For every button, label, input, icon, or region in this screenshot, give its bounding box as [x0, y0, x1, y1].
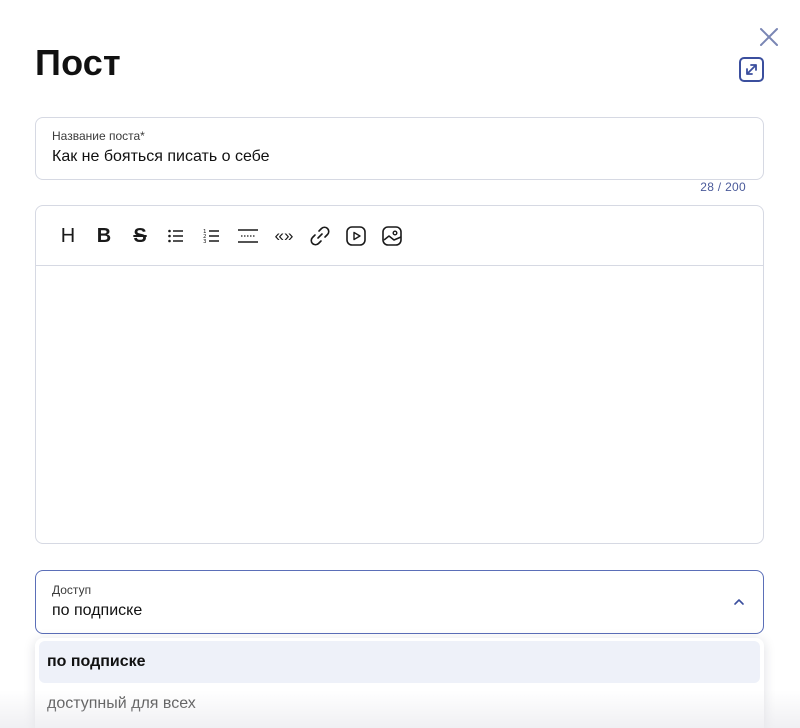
- strikethrough-button[interactable]: S: [127, 223, 153, 249]
- numbered-list-button[interactable]: 1 2 3: [199, 223, 225, 249]
- heading-icon: H: [60, 224, 76, 247]
- video-button[interactable]: [343, 223, 369, 249]
- expand-button[interactable]: [739, 57, 764, 82]
- link-button[interactable]: [307, 223, 333, 249]
- quote-icon: «»: [274, 225, 294, 245]
- bullet-list-icon: [168, 229, 183, 242]
- image-icon: [382, 225, 402, 246]
- post-title-input[interactable]: Как не бояться писать о себе: [52, 148, 270, 166]
- heading-button[interactable]: H: [55, 223, 81, 249]
- access-option-subscription[interactable]: по подписке: [39, 641, 760, 683]
- access-label: Доступ: [52, 583, 92, 597]
- access-option-public[interactable]: доступный для всех: [39, 683, 760, 725]
- editor-toolbar: H B S 1 2 3 «»: [36, 206, 763, 266]
- bullet-list-button[interactable]: [163, 223, 189, 249]
- strikethrough-icon: S: [133, 224, 147, 247]
- close-icon: [760, 28, 778, 46]
- image-button[interactable]: [379, 223, 405, 249]
- bold-icon: B: [96, 224, 112, 247]
- svg-text:3: 3: [203, 239, 207, 245]
- page-title: Пост: [35, 42, 121, 83]
- quote-button[interactable]: «»: [271, 223, 297, 249]
- close-button[interactable]: [757, 25, 781, 49]
- bold-button[interactable]: B: [91, 223, 117, 249]
- horizontal-rule-icon: [238, 228, 258, 243]
- access-value: по подписке: [52, 602, 143, 619]
- access-dropdown: по подписке доступный для всех: [35, 638, 764, 728]
- divider-button[interactable]: [235, 223, 261, 249]
- expand-icon: [739, 57, 764, 82]
- post-title-field[interactable]: Название поста* Как не бояться писать о …: [35, 117, 764, 180]
- access-select[interactable]: Доступ по подписке: [35, 570, 764, 634]
- numbered-list-icon: 1 2 3: [203, 229, 219, 245]
- link-icon: [310, 225, 330, 246]
- chevron-up-icon: [731, 594, 747, 610]
- character-counter: 28 / 200: [700, 180, 746, 194]
- content-editor: H B S 1 2 3 «»: [35, 205, 764, 544]
- post-title-label: Название поста*: [52, 129, 145, 143]
- video-icon: [346, 225, 366, 246]
- editor-body[interactable]: [36, 267, 763, 543]
